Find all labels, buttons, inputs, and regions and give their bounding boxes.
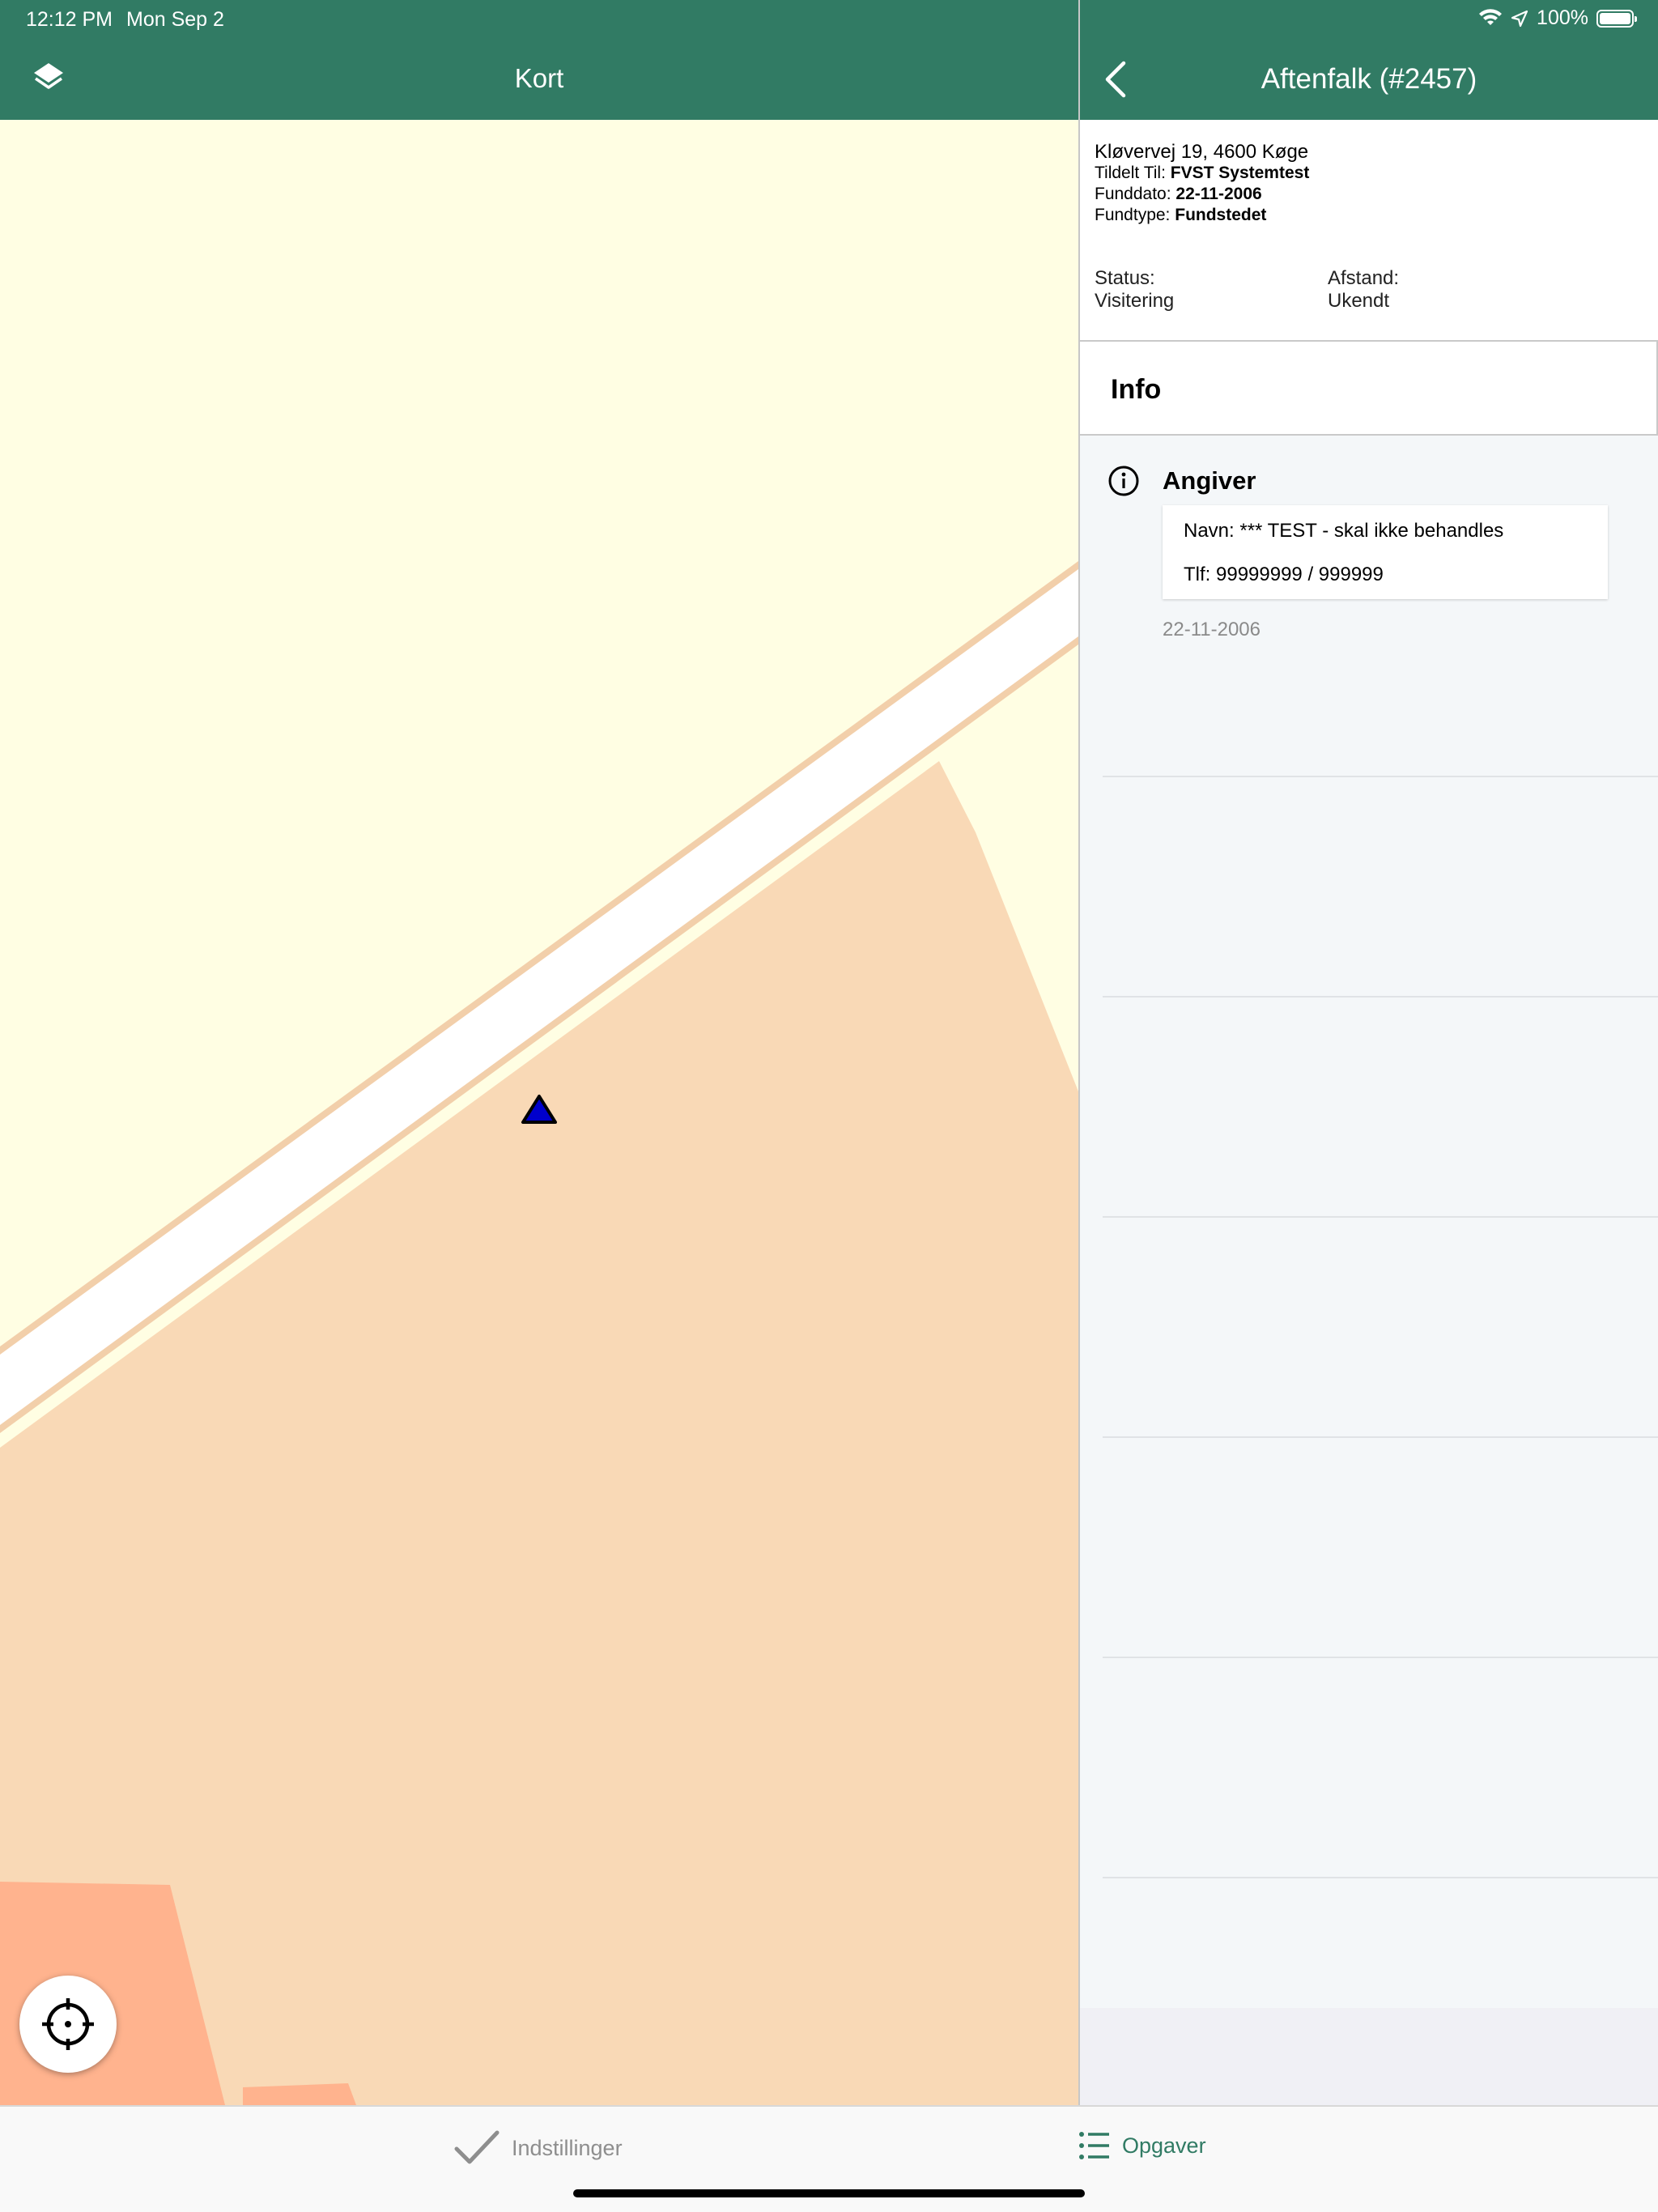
funddato-row: Funddato: 22-11-2006	[1095, 185, 1262, 204]
tab-indstillinger-label: Indstillinger	[512, 2135, 623, 2160]
battery-percent: 100%	[1537, 6, 1588, 29]
status-time: 12:12 PM	[26, 8, 113, 31]
tab-indstillinger[interactable]: Indstillinger	[453, 2129, 623, 2167]
status-date: Mon Sep 2	[126, 8, 224, 31]
tab-info[interactable]: Info	[1080, 340, 1658, 436]
afstand-label: Afstand:	[1328, 267, 1400, 289]
angiver-title: Angiver	[1163, 466, 1256, 495]
row-separator	[1103, 1216, 1658, 1218]
row-separator	[1103, 1436, 1658, 1438]
tildelt-value: FVST Systemtest	[1170, 164, 1310, 182]
detail-nav-bar: Aftenfalk (#2457)	[1080, 39, 1658, 120]
battery-icon	[1596, 9, 1637, 28]
list-icon	[1079, 2132, 1109, 2159]
tab-opgaver-label: Opgaver	[1122, 2133, 1206, 2158]
angiver-card: Navn: *** TEST - skal ikke behandles Tlf…	[1163, 505, 1608, 599]
angiver-tlf: Tlf: 99999999 / 999999	[1184, 564, 1384, 585]
status-value: Visitering	[1095, 290, 1175, 312]
afstand-value: Ukendt	[1328, 290, 1390, 312]
fundtype-row: Fundtype: Fundstedet	[1095, 206, 1266, 225]
angiver-navn: Navn: *** TEST - skal ikke behandles	[1184, 520, 1504, 542]
status-field: Status: Visitering	[1095, 267, 1174, 313]
row-separator	[1103, 996, 1658, 998]
locate-button[interactable]	[19, 1976, 117, 2073]
tab-opgaver[interactable]: Opgaver	[1078, 2129, 1206, 2162]
fundtype-label: Fundtype:	[1095, 206, 1171, 224]
home-indicator	[573, 2189, 1085, 2197]
row-separator	[1103, 776, 1658, 777]
info-circle-icon	[1108, 466, 1139, 496]
funddato-label: Funddato:	[1095, 185, 1171, 203]
row-separator	[1103, 1657, 1658, 1658]
wifi-icon	[1479, 8, 1503, 25]
funddato-value: 22-11-2006	[1175, 185, 1262, 203]
info-list: Angiver Navn: *** TEST - skal ikke behan…	[1080, 436, 1658, 2008]
tildelt-row: Tildelt Til: FVST Systemtest	[1095, 164, 1309, 183]
afstand-field: Afstand: Ukendt	[1328, 267, 1399, 313]
crosshair-icon	[42, 1998, 94, 2050]
location-arrow-icon	[1511, 10, 1528, 27]
status-bar: 12:12 PM Mon Sep 2 100%	[0, 0, 1658, 39]
angiver-date: 22-11-2006	[1163, 619, 1261, 640]
checkmark-icon	[454, 2130, 500, 2164]
detail-title: Aftenfalk (#2457)	[1261, 63, 1477, 95]
status-label: Status:	[1095, 267, 1155, 289]
map-nav-bar: Kort	[0, 39, 1078, 120]
status-indicators: 100%	[1478, 6, 1637, 30]
map-view[interactable]	[0, 120, 1078, 2105]
address: Kløvervej 19, 4600 Køge	[1095, 141, 1309, 163]
tab-info-label: Info	[1111, 374, 1162, 405]
fundtype-value: Fundstedet	[1175, 206, 1267, 224]
map-title: Kort	[514, 63, 564, 93]
detail-summary: Kløvervej 19, 4600 Køge Tildelt Til: FVS…	[1080, 120, 1658, 340]
map-canvas	[0, 561, 1078, 2105]
tildelt-label: Tildelt Til:	[1095, 164, 1166, 182]
row-separator	[1103, 1877, 1658, 1878]
detail-panel: Kløvervej 19, 4600 Køge Tildelt Til: FVS…	[1080, 120, 1658, 2105]
